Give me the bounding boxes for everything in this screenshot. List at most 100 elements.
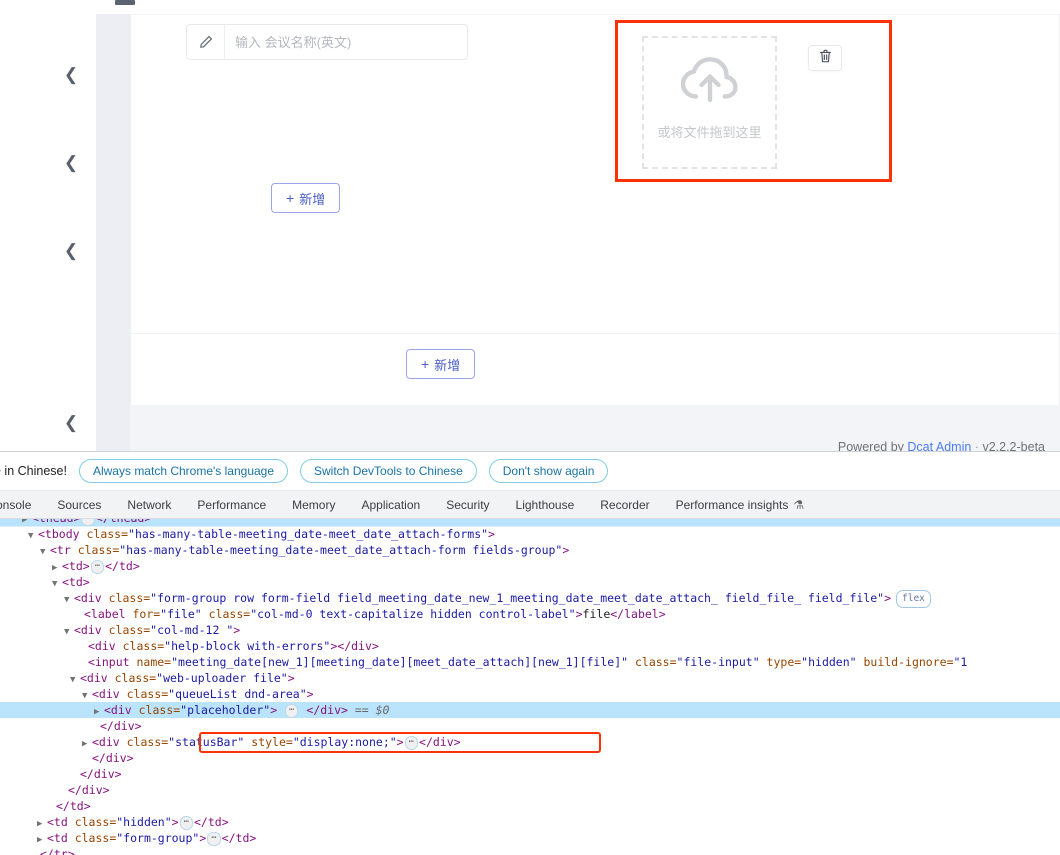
- tab-memory[interactable]: Memory: [279, 491, 348, 518]
- add-row-button-inner-label: 新增: [299, 191, 326, 207]
- always-match-language-button[interactable]: Always match Chrome's language: [78, 459, 289, 483]
- delete-file-button[interactable]: [808, 45, 842, 71]
- code-token: class=: [77, 543, 120, 557]
- expand-ellipsis-icon[interactable]: ⋯: [207, 831, 221, 846]
- meeting-name-field[interactable]: [186, 24, 468, 60]
- code-token: "col-md-0 text-capitalize hidden control…: [250, 607, 576, 621]
- dom-tree-row[interactable]: <div class="statusBar" style="display:no…: [0, 734, 1060, 750]
- banner-message: e in Chinese!: [0, 464, 67, 478]
- dom-tree-row[interactable]: </div>: [0, 782, 1060, 798]
- code-token: "form-group row form-field field_meeting…: [150, 591, 885, 605]
- code-token: </thead>: [96, 519, 151, 525]
- expand-ellipsis-icon[interactable]: ⋯: [404, 735, 419, 750]
- tab-performance-insights[interactable]: Performance insights ⚗: [663, 491, 817, 518]
- tab-network[interactable]: Network: [114, 491, 184, 518]
- code-token: <div: [74, 623, 109, 637]
- code-token: "has-many-table-meeting_date-meet_date_a…: [119, 543, 563, 557]
- dom-tree-row[interactable]: <td>: [0, 574, 1060, 590]
- dom-tree-row[interactable]: <td class="form-group">⋯</td>: [0, 830, 1060, 846]
- code-token: </div>: [419, 735, 461, 749]
- code-token: </div>: [68, 783, 110, 797]
- switch-devtools-language-button[interactable]: Switch DevTools to Chinese: [300, 459, 477, 483]
- add-row-button-inner[interactable]: + 新增: [271, 183, 341, 213]
- dcat-admin-link[interactable]: Dcat Admin: [907, 440, 971, 451]
- code-token: >: [884, 591, 892, 605]
- tab-application[interactable]: Application: [348, 491, 433, 518]
- code-token: </div>: [299, 703, 348, 717]
- web-page-region: ❮ ❮ ❮ ❮ 输入 会议名称(英文) 或将文件拖到这里 + 新增 + 新增 P…: [0, 0, 1060, 451]
- trash-icon: [819, 49, 832, 68]
- tab-label: Memory: [292, 497, 336, 512]
- dom-tree-row[interactable]: <div class="placeholder"> ⋯ </div> == $0: [0, 702, 1060, 718]
- code-token: "statusBar": [168, 735, 245, 749]
- expand-ellipsis-icon[interactable]: ⋯: [81, 519, 95, 526]
- file-upload-annotation-box: 或将文件拖到这里: [615, 20, 892, 182]
- dom-tree-row[interactable]: <td class="hidden">⋯</td>: [0, 814, 1060, 830]
- code-token: name=: [136, 655, 172, 669]
- code-token: "web-uploader file": [156, 671, 288, 685]
- add-row-button-outer[interactable]: + 新增: [406, 349, 476, 379]
- dom-tree-row[interactable]: </div>: [0, 750, 1060, 766]
- code-token: "col-md-12 ": [150, 623, 234, 637]
- code-token: </td>: [194, 815, 229, 829]
- dom-tree-row[interactable]: </div>: [0, 718, 1060, 734]
- powered-by-footer: Powered by Dcat Admin · v2.2.2-beta: [0, 440, 1045, 451]
- dom-tree-row[interactable]: </div>: [0, 766, 1060, 782]
- dom-tree-row[interactable]: <div class="form-group row form-field fi…: [0, 590, 1060, 608]
- code-token: build-ignore=: [856, 655, 954, 669]
- dom-tree-row[interactable]: <div class="queueList dnd-area">: [0, 686, 1060, 702]
- dom-tree-row[interactable]: <tr class="has-many-table-meeting_date-m…: [0, 542, 1060, 558]
- collapse-chevron-icon-3[interactable]: ❮: [60, 240, 82, 262]
- code-token: <tr: [50, 543, 78, 557]
- code-token: "help-block with-errors": [164, 639, 331, 653]
- code-token: class=: [628, 655, 677, 669]
- code-token: <td>: [62, 559, 90, 573]
- code-token: <td>: [62, 575, 90, 589]
- code-token: class=: [108, 591, 151, 605]
- tab-onsole[interactable]: onsole: [0, 491, 44, 518]
- code-token: >: [306, 687, 314, 701]
- code-token: <input: [88, 655, 137, 669]
- dom-elements-tree[interactable]: <thead>⋯</thead><tbody class="has-many-t…: [0, 519, 1060, 855]
- dom-tree-row[interactable]: <div class="web-uploader file">: [0, 670, 1060, 686]
- dom-tree-row[interactable]: <td>⋯</td>: [0, 558, 1060, 574]
- code-token: <div: [80, 671, 115, 685]
- form-card: [130, 14, 1060, 405]
- tab-label: Network: [127, 497, 172, 512]
- hamburger-icon[interactable]: [115, 0, 135, 5]
- code-token: type=: [759, 655, 802, 669]
- code-token: <label: [84, 607, 133, 621]
- dom-tree-row[interactable]: <tbody class="has-many-table-meeting_dat…: [0, 526, 1060, 542]
- dom-tree-row[interactable]: <label for="file" class="col-md-0 text-c…: [0, 606, 1060, 622]
- cloud-upload-icon: [679, 56, 741, 104]
- dom-tree-row[interactable]: </tr>: [0, 846, 1060, 855]
- code-token: class=: [126, 735, 169, 749]
- dom-tree-row[interactable]: <input name="meeting_date[new_1][meeting…: [0, 654, 1060, 670]
- code-token: style=: [244, 735, 293, 749]
- tab-recorder[interactable]: Recorder: [587, 491, 662, 518]
- flask-icon: ⚗: [793, 497, 805, 512]
- code-token: >: [199, 831, 207, 845]
- dom-tree-row[interactable]: <div class="col-md-12 ">: [0, 622, 1060, 638]
- dom-tree-row[interactable]: <thead>⋯</thead>: [0, 519, 1060, 526]
- code-token: class=: [74, 815, 117, 829]
- expand-ellipsis-icon[interactable]: ⋯: [285, 703, 299, 718]
- collapse-chevron-icon-1[interactable]: ❮: [60, 64, 82, 86]
- collapse-chevron-icon-4[interactable]: ❮: [60, 412, 82, 434]
- dom-tree-row[interactable]: </td>: [0, 798, 1060, 814]
- code-token: </label>: [610, 607, 666, 621]
- expand-ellipsis-icon[interactable]: ⋯: [179, 815, 193, 830]
- tab-performance[interactable]: Performance: [184, 491, 279, 518]
- tab-sources[interactable]: Sources: [44, 491, 114, 518]
- meeting-name-input[interactable]: [225, 25, 467, 59]
- tab-lighthouse[interactable]: Lighthouse: [503, 491, 588, 518]
- code-token: "placeholder": [180, 703, 271, 717]
- sidebar-strip: [96, 14, 130, 451]
- expand-ellipsis-icon[interactable]: ⋯: [90, 559, 105, 574]
- collapse-chevron-icon-2[interactable]: ❮: [60, 152, 82, 174]
- code-token: </div>: [92, 751, 134, 765]
- dom-tree-row[interactable]: <div class="help-block with-errors"></di…: [0, 638, 1060, 654]
- tab-security[interactable]: Security: [433, 491, 502, 518]
- file-drop-zone[interactable]: 或将文件拖到这里: [642, 36, 777, 169]
- dont-show-again-button[interactable]: Don't show again: [488, 459, 609, 483]
